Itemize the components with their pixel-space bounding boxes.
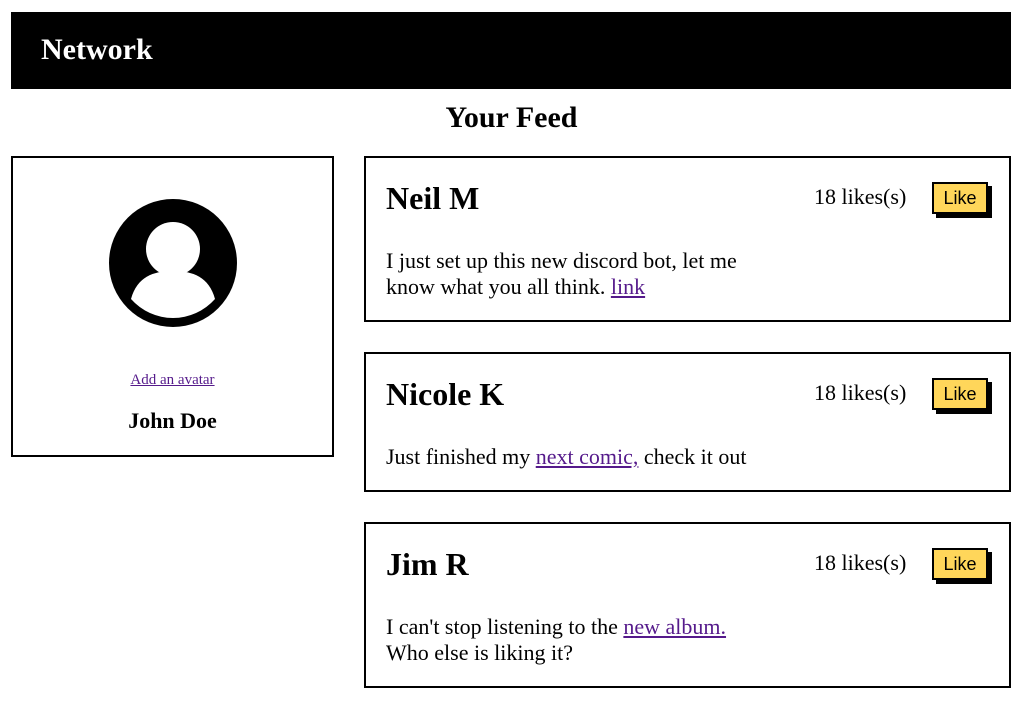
post-likes-count: 18 likes(s) <box>814 380 907 405</box>
post-author: Neil M <box>386 180 480 216</box>
post-body: I can't stop listening to the new album.… <box>386 614 736 666</box>
feed-post: Neil M 18 likes(s) Like I just set up th… <box>364 156 1011 322</box>
post-body: I just set up this new discord bot, let … <box>386 248 746 300</box>
post-likes-count: 18 likes(s) <box>814 184 907 209</box>
like-button[interactable]: Like <box>932 182 988 214</box>
post-link[interactable]: link <box>611 274 645 299</box>
post-text: I can't stop listening to the <box>386 614 624 639</box>
profile-card: Add an avatar John Doe <box>11 156 334 457</box>
feed-title: Your Feed <box>445 101 578 134</box>
post-link[interactable]: next comic, <box>536 444 639 469</box>
feed-post: Jim R 18 likes(s) Like I can't stop list… <box>364 522 1011 688</box>
post-text-after: check it out <box>638 444 747 469</box>
user-avatar-icon <box>109 199 237 327</box>
add-avatar-link[interactable]: Add an avatar <box>13 371 332 389</box>
profile-name: John Doe <box>128 408 217 433</box>
like-button[interactable]: Like <box>932 378 988 410</box>
post-body: Just finished my next comic, check it ou… <box>386 444 986 470</box>
post-text: Just finished my <box>386 444 536 469</box>
like-button[interactable]: Like <box>932 548 988 580</box>
post-text-after: Who else is liking it? <box>386 640 573 665</box>
post-link[interactable]: new album. <box>623 614 726 639</box>
post-text: I just set up this new discord bot, let … <box>386 248 737 299</box>
post-likes-count: 18 likes(s) <box>814 550 907 575</box>
top-navbar: Network <box>11 12 1011 89</box>
post-author: Nicole K <box>386 376 505 412</box>
feed-post: Nicole K 18 likes(s) Like Just finished … <box>364 352 1011 492</box>
post-author: Jim R <box>386 546 469 582</box>
brand-title[interactable]: Network <box>41 32 153 68</box>
